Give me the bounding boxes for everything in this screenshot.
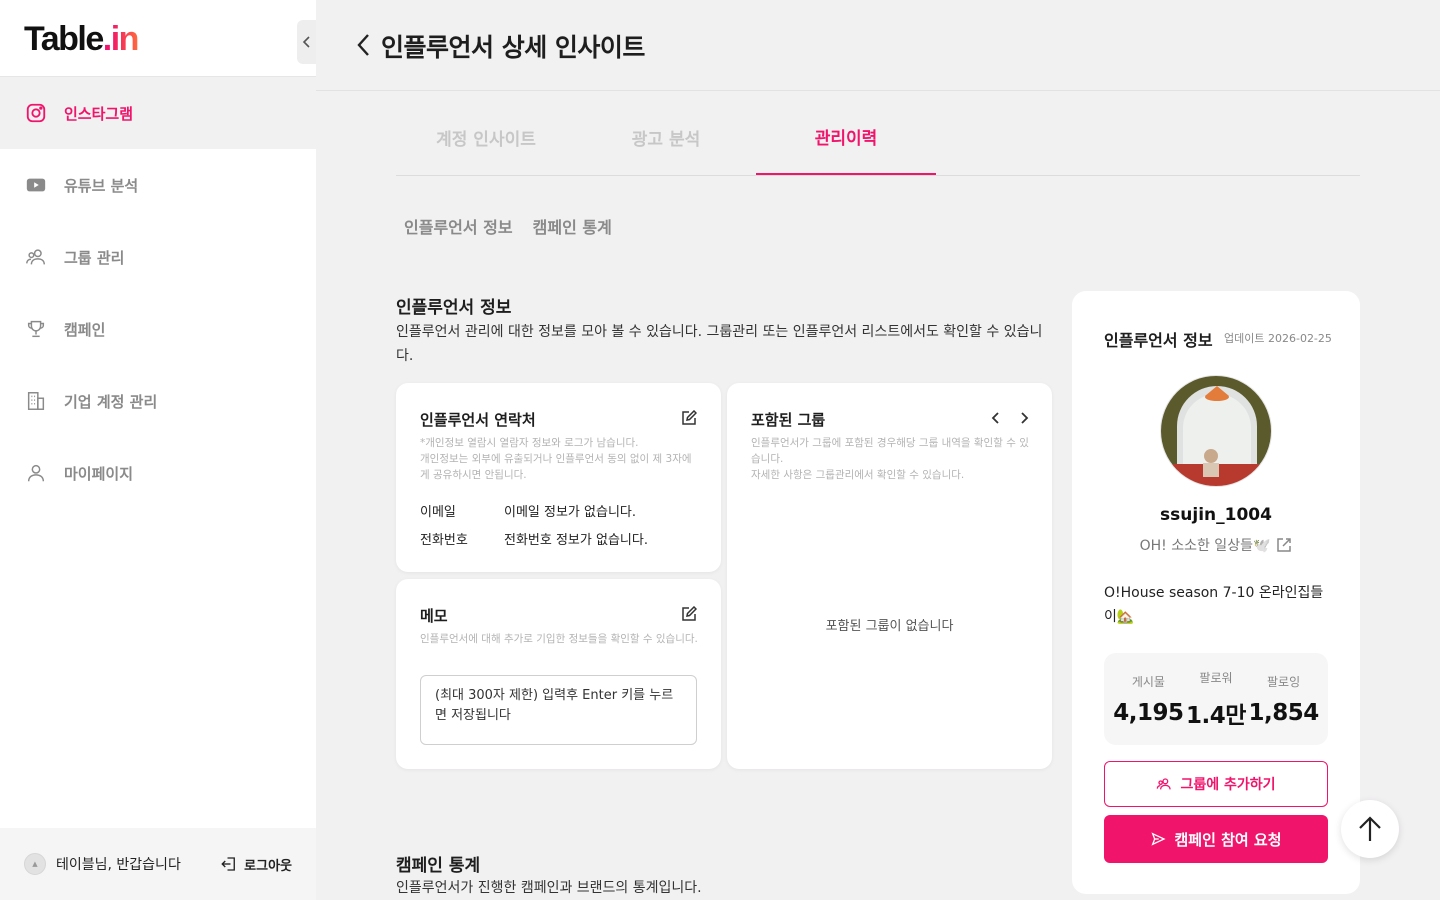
chevron-left-icon [991, 412, 999, 424]
sidebar-item-label: 그룹 관리 [64, 248, 125, 267]
sidebar: Table.in 인스타그램 유튜브 분석 그룹 관리 캠페인 기업 계정 관리… [0, 0, 316, 900]
email-value: 이메일 정보가 없습니다. [504, 505, 636, 520]
trophy-icon [24, 317, 48, 341]
greeting-text: 테이블님, 반갑습니다 [56, 857, 181, 873]
external-link-icon[interactable] [1276, 537, 1292, 553]
sidebar-item-youtube[interactable]: 유튜브 분석 [0, 149, 316, 221]
edit-icon[interactable] [681, 606, 697, 622]
page-header: 인플루언서 상세 인사이트 [316, 0, 1440, 91]
sidebar-item-instagram[interactable]: 인스타그램 [0, 77, 316, 149]
sub-tabs: 인플루언서 정보 캠페인 통계 [396, 200, 624, 252]
user-icon [24, 461, 48, 485]
subtab-campaign-stats[interactable]: 캠페인 통계 [525, 200, 624, 252]
groups-card: 포함된 그룹 인플루언서가 그룹에 포함된 경우해당 그룹 내역을 확인할 수 … [727, 383, 1052, 769]
profile-image [1160, 375, 1272, 487]
sidebar-item-label: 기업 계정 관리 [64, 392, 158, 411]
arrow-up-icon [1359, 816, 1381, 841]
stats-box: 게시물 4,195 팔로워 1.4만 팔로잉 1,854 [1104, 653, 1328, 745]
send-icon [1151, 832, 1167, 846]
stat-posts: 게시물 4,195 [1113, 674, 1184, 726]
phone-row: 전화번호 전화번호 정보가 없습니다. [420, 529, 648, 548]
updated-date: 업데이트 2026-02-25 [1224, 332, 1332, 345]
prev-group-button[interactable] [987, 409, 1005, 427]
username: ssujin_1004 [1160, 505, 1272, 525]
influencer-profile-panel: 인플루언서 정보 업데이트 2026-02-25 ssujin_1004 OH!… [1072, 291, 1360, 894]
groups-card-title: 포함된 그룹 [751, 411, 826, 429]
back-arrow-icon[interactable] [352, 30, 376, 60]
memo-textarea[interactable]: (최대 300자 제한) 입력후 Enter 키를 누르면 저장됩니다 [420, 675, 697, 745]
building-icon [24, 389, 48, 413]
section-title-influencer-info: 인플루언서 정보 [396, 298, 512, 318]
contact-card-note: *개인정보 열람시 열람자 정보와 로그가 남습니다. 개인정보는 외부에 유출… [420, 437, 692, 481]
tab-ad-analysis[interactable]: 광고 분석 [576, 100, 756, 175]
groups-card-note: 인플루언서가 그룹에 포함된 경우해당 그룹 내역을 확인할 수 있습니다. 자… [751, 437, 1029, 481]
main-tabs: 계정 인사이트 광고 분석 관리이력 [396, 100, 1360, 176]
edit-icon[interactable] [681, 410, 697, 426]
campaign-request-button[interactable]: 캠페인 참여 요청 [1104, 815, 1328, 863]
bio-short: OH! 소소한 일상들🕊️ [1072, 535, 1360, 555]
memo-card-note: 인플루언서에 대해 추가로 기입한 정보들을 확인할 수 있습니다. [420, 633, 698, 645]
contact-card-title: 인플루언서 연락처 [420, 411, 536, 429]
subtab-influencer-info[interactable]: 인플루언서 정보 [396, 200, 525, 252]
empty-groups-message: 포함된 그룹이 없습니다 [825, 619, 954, 634]
section-description: 인플루언서 관리에 대한 정보를 모아 볼 수 있습니다. 그룹관리 또는 인플… [396, 324, 1043, 364]
add-to-group-button[interactable]: 그룹에 추가하기 [1104, 761, 1328, 807]
page-title: 인플루언서 상세 인사이트 [381, 33, 645, 62]
users-icon [24, 245, 48, 269]
sidebar-item-mypage[interactable]: 마이페이지 [0, 437, 316, 509]
logout-button[interactable]: 로그아웃 [220, 855, 292, 874]
logout-icon [221, 857, 236, 871]
logout-label: 로그아웃 [244, 858, 292, 874]
scroll-to-top-button[interactable] [1341, 800, 1399, 858]
contact-card: 인플루언서 연락처 *개인정보 열람시 열람자 정보와 로그가 남습니다. 개인… [396, 383, 721, 572]
next-group-button[interactable] [1015, 409, 1033, 427]
youtube-icon [24, 173, 48, 197]
panel-title: 인플루언서 정보 [1104, 331, 1213, 350]
campaign-section-description: 인플루언서가 진행한 캠페인과 브랜드의 통계입니다. [396, 880, 702, 896]
memo-card: 메모 인플루언서에 대해 추가로 기입한 정보들을 확인할 수 있습니다. (최… [396, 579, 721, 769]
instagram-icon [24, 101, 48, 125]
users-icon [1157, 778, 1172, 790]
sidebar-item-label: 캠페인 [64, 320, 106, 339]
stat-following: 팔로잉 1,854 [1248, 674, 1319, 726]
avatar: ▲ [24, 853, 46, 875]
sidebar-item-company-accounts[interactable]: 기업 계정 관리 [0, 365, 316, 437]
chevron-right-icon [1021, 412, 1029, 424]
app-logo[interactable]: Table.in [24, 20, 139, 59]
sidebar-item-groups[interactable]: 그룹 관리 [0, 221, 316, 293]
chevron-left-icon [302, 36, 310, 48]
sidebar-item-label: 인스타그램 [64, 104, 134, 123]
sidebar-item-label: 마이페이지 [64, 464, 134, 483]
memo-card-title: 메모 [420, 607, 448, 625]
sidebar-item-campaign[interactable]: 캠페인 [0, 293, 316, 365]
sidebar-collapse-button[interactable] [297, 20, 316, 64]
section-title-campaign-stats: 캠페인 통계 [396, 856, 481, 876]
phone-label: 전화번호 [420, 533, 468, 548]
sidebar-nav: 인스타그램 유튜브 분석 그룹 관리 캠페인 기업 계정 관리 마이페이지 [0, 77, 316, 509]
email-label: 이메일 [420, 505, 456, 520]
stat-followers: 팔로워 1.4만 [1186, 670, 1246, 729]
sidebar-item-label: 유튜브 분석 [64, 176, 139, 195]
sidebar-footer: ▲ 테이블님, 반갑습니다 로그아웃 [0, 828, 316, 900]
phone-value: 전화번호 정보가 없습니다. [504, 533, 648, 548]
tab-management-history[interactable]: 관리이력 [756, 100, 936, 175]
email-row: 이메일 이메일 정보가 없습니다. [420, 501, 636, 520]
bio-long: O!House season 7-10 온라인집들이🏡 [1104, 585, 1324, 625]
tab-account-insight[interactable]: 계정 인사이트 [396, 100, 576, 175]
